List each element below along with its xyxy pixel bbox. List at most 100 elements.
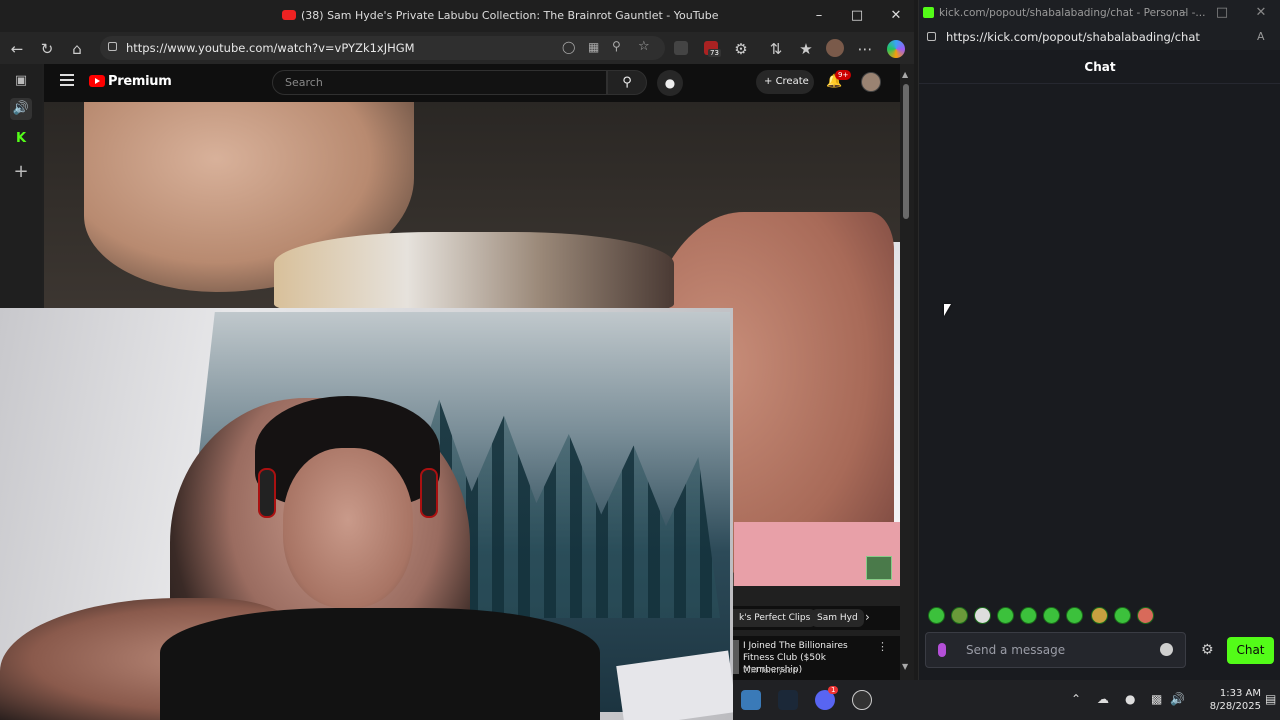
notification-icon[interactable]: ▤ — [1265, 692, 1276, 706]
kick-lock-icon — [927, 32, 936, 41]
kick-title-bar: kick.com/popout/shabalabading/chat - Per… — [919, 0, 1280, 26]
create-button[interactable]: + Create — [756, 70, 814, 94]
mic-icon[interactable]: ● — [657, 70, 683, 96]
kick-maximize-icon[interactable]: □ — [1210, 3, 1234, 23]
discord-badge: 1 — [828, 686, 839, 694]
kick-icon[interactable]: K — [10, 128, 32, 150]
streamer-tank-top — [160, 608, 600, 720]
create-label: Create — [775, 76, 809, 87]
emote-icon[interactable] — [1137, 607, 1154, 624]
read-aloud-icon[interactable]: A — [1257, 30, 1265, 43]
volume-icon[interactable]: 🔊 — [1170, 692, 1185, 706]
channel-watermark-icon[interactable] — [866, 556, 892, 580]
recommendation-channel[interactable]: Will Tennyson — [743, 666, 797, 675]
split-screen-icon[interactable]: ⇅ — [765, 38, 787, 60]
star-icon[interactable]: ☆ — [638, 39, 650, 54]
youtube-address-bar: ← ↻ ⌂ https://www.youtube.com/watch?v=vP… — [0, 32, 914, 64]
emote-icon[interactable] — [928, 607, 945, 624]
brand-label: Premium — [108, 74, 172, 89]
chevron-up-icon[interactable]: ⌃ — [1071, 692, 1081, 706]
steam-app-icon[interactable] — [778, 690, 798, 710]
recommendation-chips: k's Perfect Clips Sam Hyd › — [733, 606, 900, 630]
emoji-icon[interactable] — [1160, 643, 1173, 656]
emote-icon[interactable] — [1091, 607, 1108, 624]
chat-input-placeholder: Send a message — [966, 643, 1066, 657]
search-icon[interactable]: ⚲ — [607, 70, 647, 95]
kick-close-icon[interactable]: ✕ — [1249, 3, 1273, 23]
youtube-window-title: (38) Sam Hyde's Private Labubu Collectio… — [301, 9, 719, 22]
headset-left — [258, 468, 276, 518]
system-clock[interactable]: 1:33 AM 8/28/2025 — [1195, 687, 1261, 713]
add-icon[interactable]: + — [10, 161, 32, 183]
page-scrollbar[interactable]: ▲ ▼ — [900, 64, 914, 680]
minimize-icon[interactable]: – — [807, 6, 831, 26]
notification-badge: 9+ — [835, 70, 852, 80]
zoom-icon[interactable]: ⚲ — [612, 39, 621, 53]
emote-icon[interactable] — [1020, 607, 1037, 624]
video-food — [274, 232, 674, 312]
tabs-icon[interactable]: ▣ — [10, 70, 32, 92]
recommendation-thumbnail[interactable] — [733, 640, 739, 674]
maximize-icon[interactable]: □ — [845, 6, 869, 26]
home-icon[interactable]: ⌂ — [66, 38, 88, 60]
close-icon[interactable]: ✕ — [884, 6, 908, 26]
copilot-icon[interactable] — [887, 40, 905, 58]
url-input[interactable]: https://www.youtube.com/watch?v=vPYZk1xJ… — [100, 36, 665, 60]
gear-icon[interactable]: ⚙ — [1201, 642, 1214, 658]
kick-window-title: kick.com/popout/shabalabading/chat - Per… — [939, 7, 1206, 19]
more-icon[interactable]: ⋯ — [854, 38, 876, 60]
chip-perfect-clips[interactable]: k's Perfect Clips — [733, 609, 817, 627]
read-aloud-icon[interactable]: ◯ — [562, 40, 575, 54]
chat-message-input[interactable]: Send a message — [925, 632, 1186, 668]
taskbar: 1 ⌃ ☁ ● ▩ 🔊 1:33 AM 8/28/2025 ▤ — [733, 680, 1280, 720]
youtube-title-bar: (38) Sam Hyde's Private Labubu Collectio… — [0, 0, 914, 32]
more-options-icon[interactable]: ⋮ — [877, 640, 888, 653]
youtube-logo-icon[interactable] — [89, 75, 105, 87]
kick-address-bar[interactable]: https://kick.com/popout/shabalabading/ch… — [919, 26, 1280, 50]
webcam-overlay — [0, 308, 733, 720]
extensions-icon[interactable]: ⚙ — [730, 38, 752, 60]
photos-app-icon[interactable] — [741, 690, 761, 710]
scroll-up-icon[interactable]: ▲ — [902, 70, 908, 79]
chip-sam-hyde[interactable]: Sam Hyd — [811, 609, 864, 627]
avatar[interactable] — [861, 72, 881, 92]
url-text: https://www.youtube.com/watch?v=vPYZk1xJ… — [126, 41, 415, 55]
chevron-right-icon[interactable]: › — [865, 610, 870, 624]
profile-avatar[interactable] — [826, 39, 844, 57]
apps-icon[interactable]: ▦ — [588, 40, 599, 54]
kick-favicon-icon — [923, 7, 934, 18]
emote-icon[interactable] — [997, 607, 1014, 624]
youtube-header: Premium Search ⚲ ● + Create 🔔 9+ — [44, 64, 900, 102]
network-icon[interactable]: ☁ — [1097, 692, 1109, 706]
clock-date: 8/28/2025 — [1209, 701, 1261, 712]
extension-icon[interactable] — [674, 41, 688, 55]
kick-minimize-icon[interactable]: – — [1171, 3, 1195, 23]
extension-badge: 73 — [708, 49, 721, 57]
back-icon[interactable]: ← — [6, 38, 28, 60]
headset-right — [420, 468, 438, 518]
emote-icon[interactable] — [1043, 607, 1060, 624]
refresh-icon[interactable]: ↻ — [36, 38, 58, 60]
emote-icon[interactable] — [951, 607, 968, 624]
speaker-icon[interactable]: 🔊 — [10, 98, 32, 120]
lock-icon — [108, 42, 117, 51]
emote-icon[interactable] — [1114, 607, 1131, 624]
chat-send-button[interactable]: Chat — [1227, 637, 1274, 664]
scroll-down-icon[interactable]: ▼ — [902, 662, 908, 671]
favorites-icon[interactable]: ★ — [795, 38, 817, 60]
streamer-face — [283, 448, 413, 608]
emote-icon[interactable] — [1066, 607, 1083, 624]
kick-chat-window: kick.com/popout/shabalabading/chat - Per… — [918, 0, 1280, 680]
emote-icon[interactable] — [974, 607, 991, 624]
youtube-favicon-icon — [282, 10, 296, 20]
mic-tray-icon[interactable]: ● — [1125, 692, 1135, 706]
recommendation-item[interactable]: I Joined The Billionaires Fitness Club (… — [733, 636, 900, 680]
search-input[interactable]: Search — [272, 70, 607, 95]
menu-icon[interactable] — [60, 74, 74, 86]
display-icon[interactable]: ▩ — [1151, 692, 1162, 706]
mic-icon[interactable] — [938, 643, 946, 657]
mouse-cursor-icon — [944, 304, 951, 316]
scrollbar-thumb[interactable] — [903, 84, 909, 219]
search-placeholder: Search — [285, 76, 323, 89]
obs-app-icon[interactable] — [852, 690, 872, 710]
